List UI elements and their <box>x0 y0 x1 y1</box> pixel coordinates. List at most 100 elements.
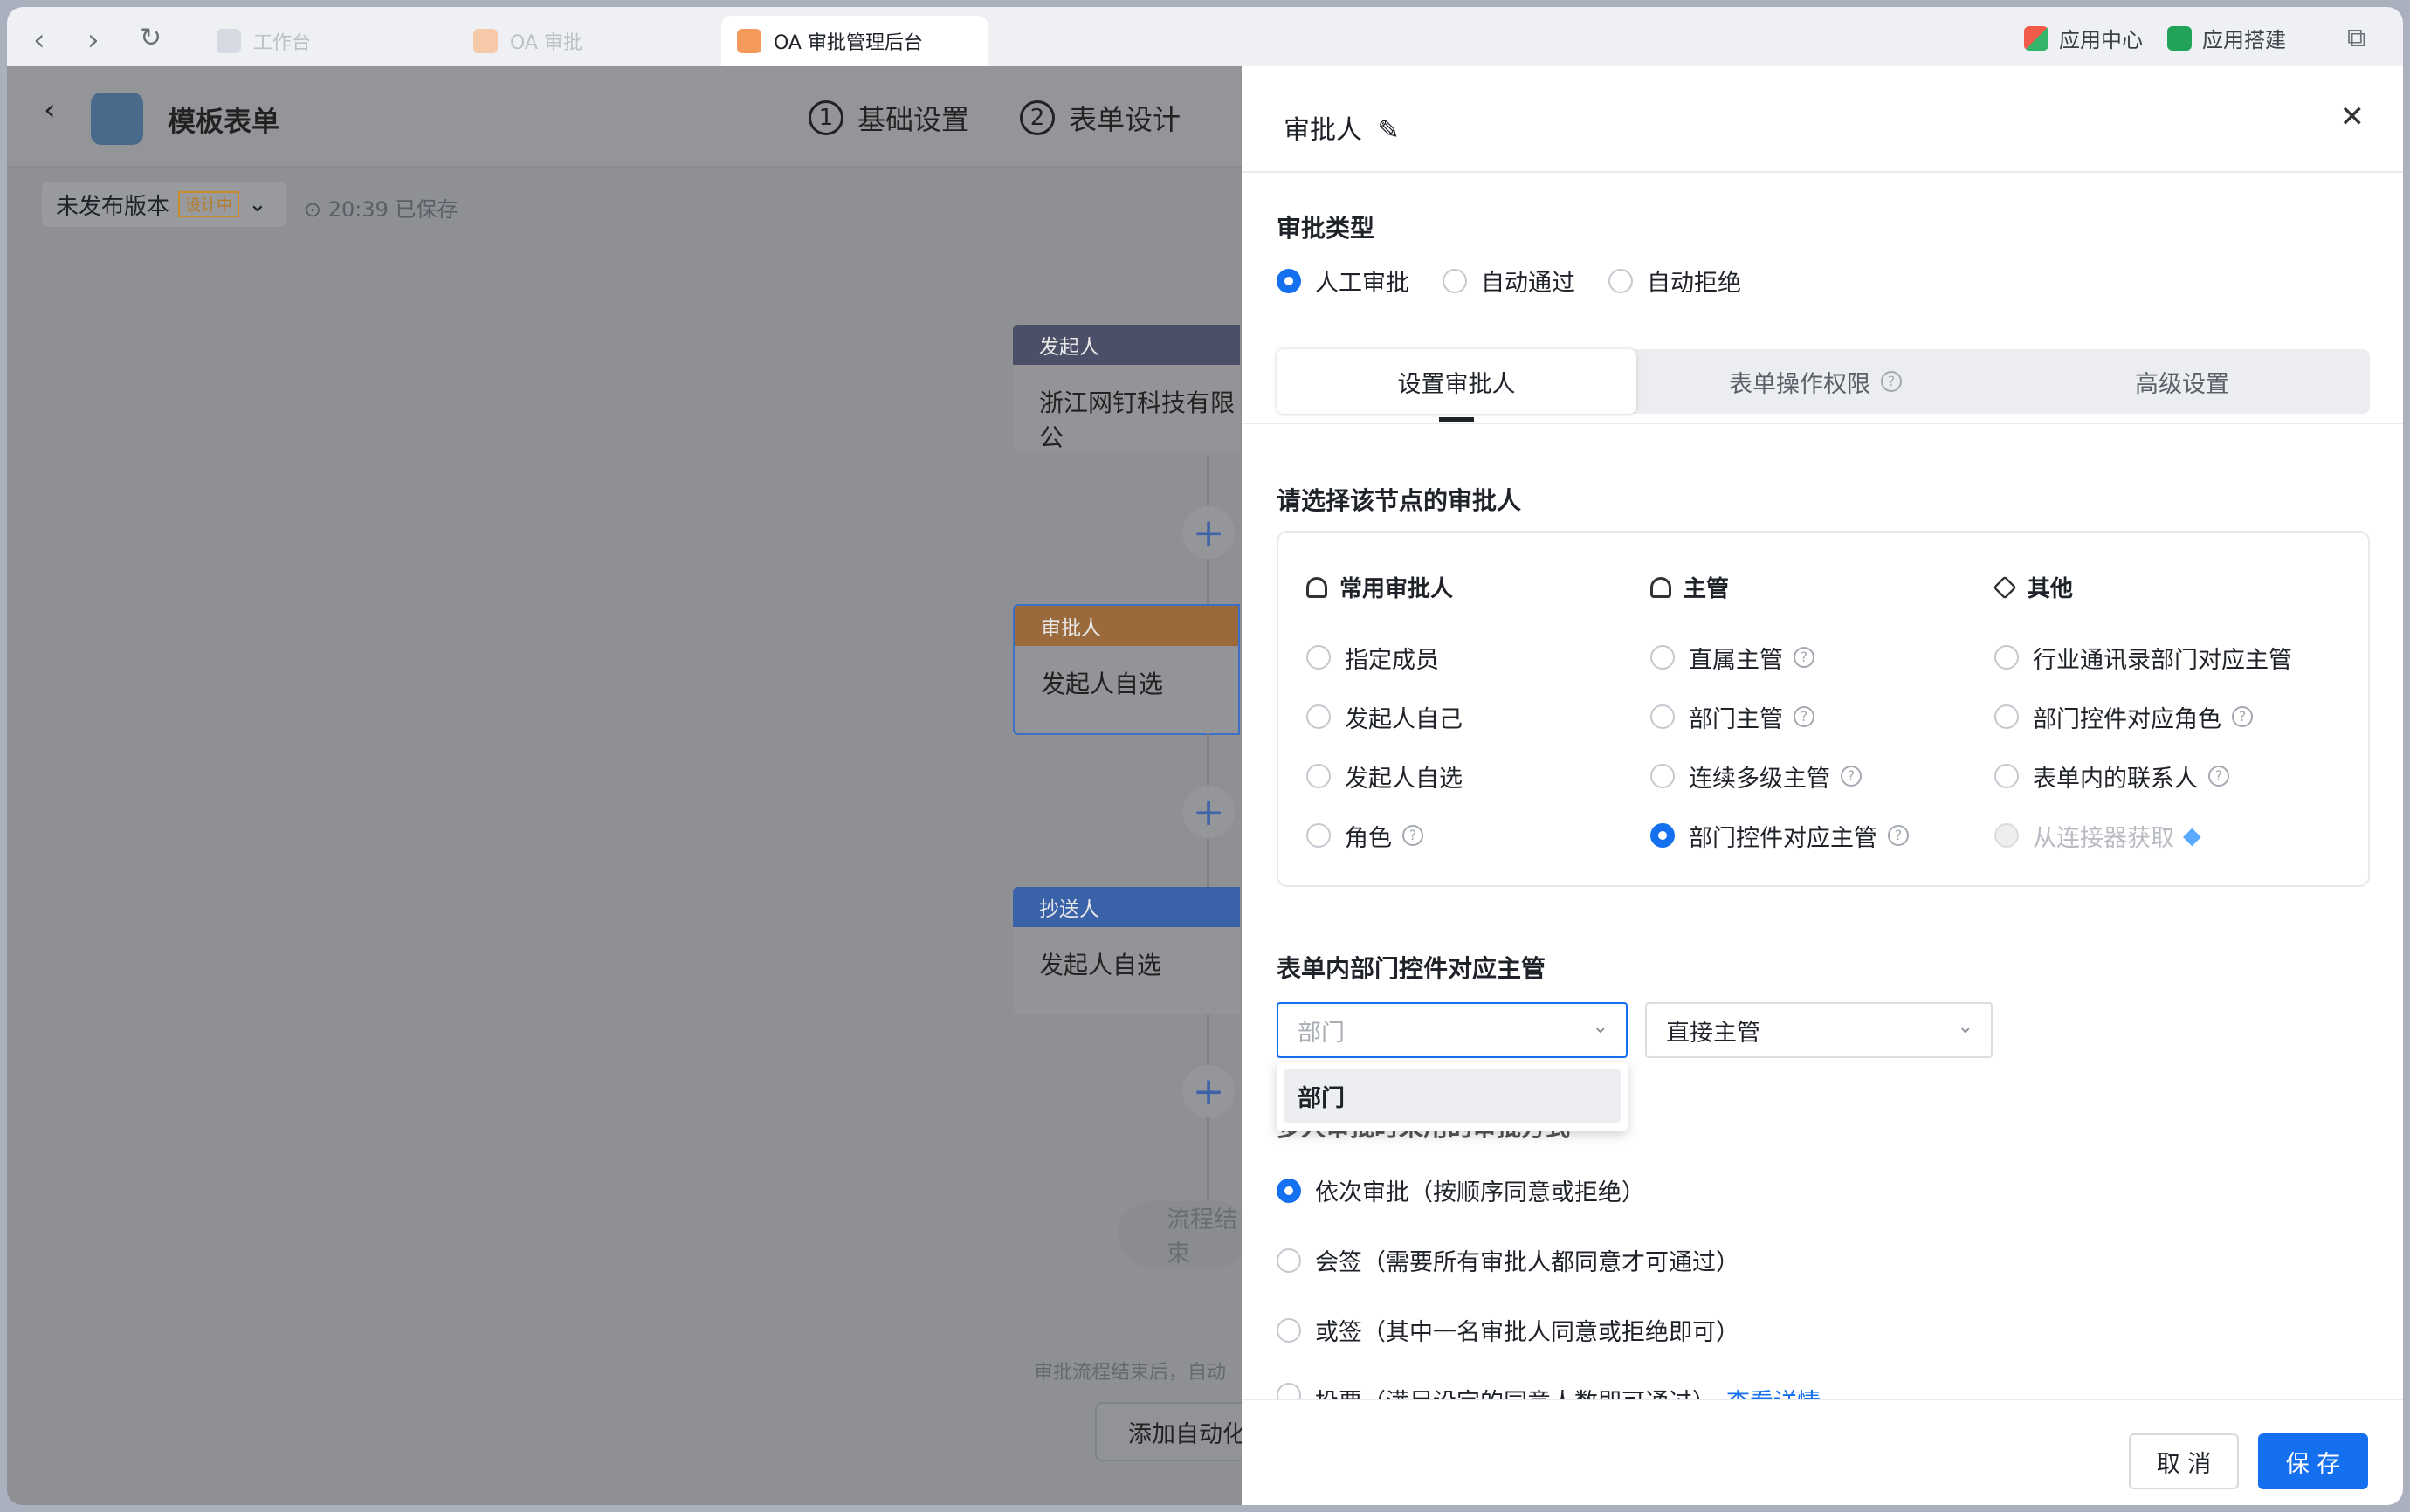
option-self[interactable]: 发起人自己 <box>1306 687 1463 746</box>
forward-icon[interactable]: › <box>87 23 100 58</box>
step-basic[interactable]: 1 基础设置 <box>809 98 969 138</box>
option-multi-level[interactable]: 连续多级主管? <box>1650 746 1909 806</box>
tab-oa-admin[interactable]: OA 审批管理后台 <box>721 16 988 66</box>
oa-icon <box>473 29 498 53</box>
radio-auto-reject[interactable] <box>1608 268 1633 293</box>
cancel-button[interactable]: 取 消 <box>2129 1433 2239 1489</box>
initiator-node[interactable]: 发起人 浙江网钉科技有限公 <box>1013 325 1240 452</box>
add-node-icon[interactable]: + <box>1182 1065 1235 1117</box>
tab-bar: ‹ › ↻ 工作台 OA 审批 OA 审批管理后台 应用中心 应用搭建 ⧉ <box>7 7 2403 66</box>
dept-control-label: 表单内部门控件对应主管 <box>1277 954 1546 983</box>
manager-select[interactable]: 直接主管 ⌄ <box>1645 1002 1993 1058</box>
version-bar: 未发布版本 设计中 ⌄ ⊙ 20:39 已保存 <box>7 169 1242 239</box>
radio-label: 自动通过 <box>1481 270 1575 297</box>
tab-workbench[interactable]: 工作台 <box>201 16 454 66</box>
divider <box>1242 1399 2403 1400</box>
add-node-icon[interactable]: + <box>1182 786 1235 838</box>
method-sequential[interactable]: 依次审批（按顺序同意或拒绝） <box>1277 1173 1645 1207</box>
tab-set-approver[interactable]: 设置审批人 <box>1277 349 1636 414</box>
option-label: 发起人自选 <box>1345 765 1463 793</box>
radio-label: 自动拒绝 <box>1647 270 1741 297</box>
back-icon[interactable]: ‹ <box>33 23 45 58</box>
open-external-icon[interactable]: ⧉ <box>2347 23 2365 53</box>
step-label: 基础设置 <box>857 103 970 136</box>
app-center-button[interactable]: 应用中心 <box>2024 23 2143 53</box>
help-icon[interactable]: ? <box>1888 825 1909 846</box>
method-countersign[interactable]: 会签（需要所有审批人都同意才可通过） <box>1277 1243 1739 1277</box>
tab-label: OA 审批管理后台 <box>774 32 923 54</box>
node-header: 发起人 <box>1013 325 1240 365</box>
oa-admin-icon <box>737 29 761 53</box>
option-dept-control-manager[interactable]: 部门控件对应主管? <box>1650 806 1909 865</box>
panel-title: 审批人 ✎ <box>1284 108 1400 147</box>
option-industry-dept[interactable]: 行业通讯录部门对应主管 <box>1994 628 2292 687</box>
help-icon[interactable]: ? <box>2232 706 2253 727</box>
option-connector: 从连接器获取 ◆ <box>1994 806 2292 865</box>
add-node-icon[interactable]: + <box>1182 506 1235 559</box>
node-header: 抄送人 <box>1013 887 1240 927</box>
method-or-sign[interactable]: 或签（其中一名审批人同意或拒绝即可） <box>1277 1313 1739 1347</box>
diamond-icon: ◆ <box>2183 821 2201 849</box>
tab-oa[interactable]: OA 审批 <box>458 16 720 66</box>
method-vote[interactable]: 投票（满足设定的同意人数即可通过） 查看详情 <box>1277 1383 1821 1399</box>
chevron-down-icon: ⌄ <box>1592 1016 1608 1038</box>
dept-select-value: 部门 <box>1298 1019 1345 1047</box>
chevron-down-icon: ⌄ <box>248 191 267 217</box>
add-automation-button[interactable]: 添加自动化 <box>1095 1402 1252 1461</box>
settings-tabs: 设置审批人 表单操作权限? 高级设置 <box>1277 349 2370 414</box>
tab-advanced[interactable]: 高级设置 <box>1994 349 2370 414</box>
col-manager: 主管 直属主管? 部门主管? 连续多级主管? 部门控件对应主管? <box>1650 571 1909 865</box>
option-form-contact[interactable]: 表单内的联系人? <box>1994 746 2292 806</box>
save-time: 20:39 已保存 <box>327 197 458 222</box>
status-badge: 设计中 <box>178 191 240 217</box>
app-build-icon <box>2167 25 2192 51</box>
user-icon <box>1306 576 1327 598</box>
layers-icon <box>1993 574 2017 600</box>
browser-window: ‹ › ↻ 工作台 OA 审批 OA 审批管理后台 应用中心 应用搭建 ⧉ ‹ … <box>7 7 2403 1505</box>
help-icon[interactable]: ? <box>1881 371 1902 392</box>
close-icon[interactable]: ✕ <box>2340 100 2365 134</box>
step-number: 1 <box>809 100 844 135</box>
panel-title-text: 审批人 <box>1284 115 1362 146</box>
approver-node[interactable]: 审批人发起人自选 <box>1013 604 1240 735</box>
option-dept-control-role[interactable]: 部门控件对应角色? <box>1994 687 2292 746</box>
help-icon[interactable]: ? <box>1794 706 1814 727</box>
col-title: 其他 <box>2028 576 2074 602</box>
option-direct-manager[interactable]: 直属主管? <box>1650 628 1909 687</box>
radio-auto-pass[interactable] <box>1443 268 1467 293</box>
dropdown-option-dept[interactable]: 部门 <box>1284 1069 1621 1123</box>
help-icon[interactable]: ? <box>1794 647 1814 668</box>
refresh-icon[interactable]: ↻ <box>140 23 162 53</box>
option-dept-manager[interactable]: 部门主管? <box>1650 687 1909 746</box>
node-body: 发起人自选 <box>1041 670 1164 698</box>
option-role[interactable]: 角色? <box>1306 806 1463 865</box>
version-label: 未发布版本 <box>56 193 170 220</box>
help-icon[interactable]: ? <box>2208 766 2229 787</box>
option-label: 指定成员 <box>1345 646 1439 674</box>
method-label: 或签（其中一名审批人同意或拒绝即可） <box>1315 1319 1739 1346</box>
col-title: 常用审批人 <box>1339 576 1454 602</box>
col-other: 其他 行业通讯录部门对应主管 部门控件对应角色? 表单内的联系人? 从连接器获取… <box>1993 571 2292 865</box>
option-label: 部门控件对应角色 <box>2033 705 2221 733</box>
edit-icon[interactable]: ✎ <box>1378 115 1400 146</box>
radio-manual[interactable] <box>1277 268 1301 293</box>
cc-node[interactable]: 抄送人 发起人自选 <box>1013 887 1240 1014</box>
help-icon[interactable]: ? <box>1402 825 1423 846</box>
dept-select[interactable]: 部门 ⌄ <box>1277 1002 1628 1058</box>
step-form[interactable]: 2 表单设计 <box>1020 98 1181 138</box>
manager-select-value: 直接主管 <box>1666 1019 1760 1047</box>
back-icon[interactable]: ‹ <box>44 93 56 127</box>
app-build-button[interactable]: 应用搭建 <box>2167 23 2286 53</box>
option-specified-member[interactable]: 指定成员 <box>1306 628 1463 687</box>
app-center-label: 应用中心 <box>2059 28 2143 52</box>
help-icon[interactable]: ? <box>1841 766 1862 787</box>
details-link[interactable]: 查看详情 <box>1726 1383 1821 1399</box>
col-title: 主管 <box>1684 576 1730 602</box>
tab-label: 工作台 <box>253 32 312 54</box>
version-select[interactable]: 未发布版本 设计中 ⌄ <box>42 182 286 227</box>
option-label: 部门控件对应主管 <box>1689 824 1877 852</box>
option-self-select[interactable]: 发起人自选 <box>1306 746 1463 806</box>
node-header: 审批人 <box>1015 606 1238 646</box>
save-button[interactable]: 保 存 <box>2258 1433 2368 1489</box>
tab-form-permissions[interactable]: 表单操作权限? <box>1636 349 1994 414</box>
